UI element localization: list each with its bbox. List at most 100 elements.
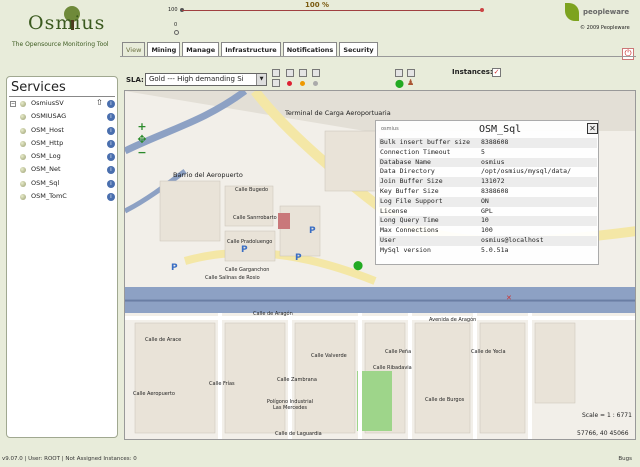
person-icon[interactable]: ♟ <box>407 78 414 87</box>
green-marker-icon[interactable]: ⬤ <box>395 79 404 88</box>
toggle-box[interactable] <box>272 79 280 87</box>
map-label: Calle de Laguardia <box>275 431 322 437</box>
service-item-osm-net[interactable]: OSM_Net i <box>10 164 116 177</box>
progress-percent: 100 % <box>305 1 330 9</box>
sla-label: SLA: <box>126 76 144 84</box>
service-info-icon[interactable]: i <box>107 153 115 162</box>
map-label: Barrio del Aeropuerto <box>173 171 243 179</box>
tab-notifications[interactable]: Notifications <box>282 42 338 57</box>
service-status-icon <box>20 154 26 161</box>
toggle-box[interactable] <box>299 69 307 77</box>
property-row: Max Connections 100 <box>380 226 493 235</box>
service-status-icon <box>20 140 26 147</box>
logout-icon[interactable]: ⏻ <box>622 48 634 60</box>
collapse-icon[interactable]: − <box>10 101 16 107</box>
map-label: Calle Zambrana <box>277 377 317 383</box>
map-scale: Scale = 1 : 6771 <box>582 412 632 419</box>
services-panel: Services − OsmiusSV ⇧ i OSMIUSAG i OSM_H… <box>6 76 118 438</box>
service-info-icon[interactable]: i <box>107 100 115 108</box>
pan-icon[interactable]: ✥ <box>134 133 150 146</box>
service-item-osm-tomc[interactable]: OSM_TomC i <box>10 191 116 204</box>
main-tabs: View Mining Manage Infrastructure Notifi… <box>122 42 378 57</box>
service-info-icon[interactable]: i <box>107 193 115 202</box>
gray-dot-icon <box>313 81 318 86</box>
property-row: Key Buffer Size 8388608 <box>380 186 509 195</box>
map-zoom-control: + ✥ − <box>134 120 150 159</box>
zoom-out-icon[interactable]: − <box>134 146 150 159</box>
service-item-osmiussv[interactable]: − OsmiusSV ⇧ i <box>10 98 116 111</box>
close-icon[interactable]: ✕ <box>587 123 598 134</box>
toggle-box[interactable] <box>407 69 415 77</box>
progress-end-handle[interactable] <box>480 8 484 12</box>
tab-mining[interactable]: Mining <box>147 42 181 57</box>
copyright: © 2009 Peopleware <box>580 25 630 31</box>
service-info-icon[interactable]: i <box>107 126 115 135</box>
map-label: Calle Bugedo <box>235 187 269 193</box>
tab-manage[interactable]: Manage <box>182 42 220 57</box>
osmius-logo: Osmius The Opensource Monitoring Tool <box>8 4 126 48</box>
instances-checkbox[interactable]: ✓ <box>492 68 501 77</box>
parking-icon: P <box>309 226 316 236</box>
tab-view[interactable]: View <box>122 42 146 57</box>
property-row: Data Directory/opt/osmius/mysql/data/ <box>380 167 572 176</box>
map-coordinates: 57766, 40 45066 <box>577 430 629 437</box>
property-row: Connection Timeout 5 <box>380 147 485 156</box>
map-label: Calle Aeropuerto <box>133 391 175 397</box>
parking-icon: P <box>241 245 248 255</box>
service-status-icon <box>20 127 26 134</box>
property-row: Bulk insert buffer size 8388608 <box>379 138 597 148</box>
property-row: MySql version 5.0.51a <box>380 245 509 254</box>
toggle-box[interactable] <box>286 69 294 77</box>
instance-popup: osmius OSM_Sql ✕ Bulk insert buffer size… <box>375 120 599 265</box>
toggle-box[interactable] <box>272 69 280 77</box>
map-label: Polígono Industrial Las Mercedes <box>266 399 314 411</box>
service-item-osmiusag[interactable]: OSMIUSAG i <box>10 111 116 124</box>
map-label: Calle Garganchon <box>225 267 270 273</box>
tab-infrastructure[interactable]: Infrastructure <box>221 42 281 57</box>
status-bar: v9.07.0 | User: ROOT | Not Assigned Inst… <box>0 452 640 467</box>
instances-label: Instances: <box>452 68 493 76</box>
service-item-osm-host[interactable]: OSM_Host i <box>10 125 116 138</box>
orange-dot-icon <box>300 81 305 86</box>
service-info-icon[interactable]: i <box>107 179 115 188</box>
service-item-osm-log[interactable]: OSM_Log i <box>10 151 116 164</box>
circle-icon <box>174 30 179 35</box>
parking-icon: P <box>295 253 302 263</box>
progress-start-label: 100 <box>168 7 178 13</box>
toggle-box[interactable] <box>395 69 403 77</box>
bugs-link[interactable]: Bugs <box>618 456 632 462</box>
popup-subtitle: osmius <box>381 126 399 132</box>
map-label: Calle Peña <box>385 349 412 355</box>
map-label: Calle de Arace <box>145 337 182 343</box>
service-info-icon[interactable]: i <box>107 113 115 122</box>
toggle-box[interactable] <box>312 69 320 77</box>
service-item-osm-sql[interactable]: OSM_Sql i <box>10 178 116 191</box>
progress-bar <box>182 10 482 11</box>
service-status-icon <box>20 167 26 174</box>
popup-properties: Bulk insert buffer size 8388608 Connectio… <box>379 138 597 256</box>
chevron-down-icon[interactable]: ▼ <box>256 74 266 85</box>
popup-title: OSM_Sql <box>479 124 522 135</box>
tab-security[interactable]: Security <box>339 42 378 57</box>
zoom-in-icon[interactable]: + <box>134 120 150 133</box>
service-status-icon <box>20 194 26 201</box>
service-info-icon[interactable]: i <box>107 166 115 175</box>
close-icon[interactable]: ✕ <box>506 294 512 302</box>
arrow-up-icon[interactable]: ⇧ <box>96 98 103 107</box>
services-title: Services <box>11 80 66 95</box>
property-row: Long Query Time 10 <box>379 216 597 227</box>
service-status-icon <box>20 114 26 121</box>
progress-zero-label: 0 <box>174 22 178 28</box>
map-label: Calle de Aragón <box>253 311 293 317</box>
property-row: License GPL <box>380 206 493 215</box>
map-label: Calle Frías <box>209 381 235 387</box>
map-label: Calle de Yecla <box>471 349 506 355</box>
leaf-icon <box>565 3 579 21</box>
peopleware-logo: peopleware <box>565 3 637 23</box>
service-item-osm-http[interactable]: OSM_Http i <box>10 138 116 151</box>
property-row: Join Buffer Size 131072 <box>379 177 597 187</box>
sla-select[interactable]: Gold --- High demanding Si ▼ <box>145 73 267 86</box>
service-info-icon[interactable]: i <box>107 139 115 148</box>
instance-marker-icon[interactable]: ⬤ <box>353 261 363 271</box>
property-row: Database Name osmius <box>379 157 597 168</box>
